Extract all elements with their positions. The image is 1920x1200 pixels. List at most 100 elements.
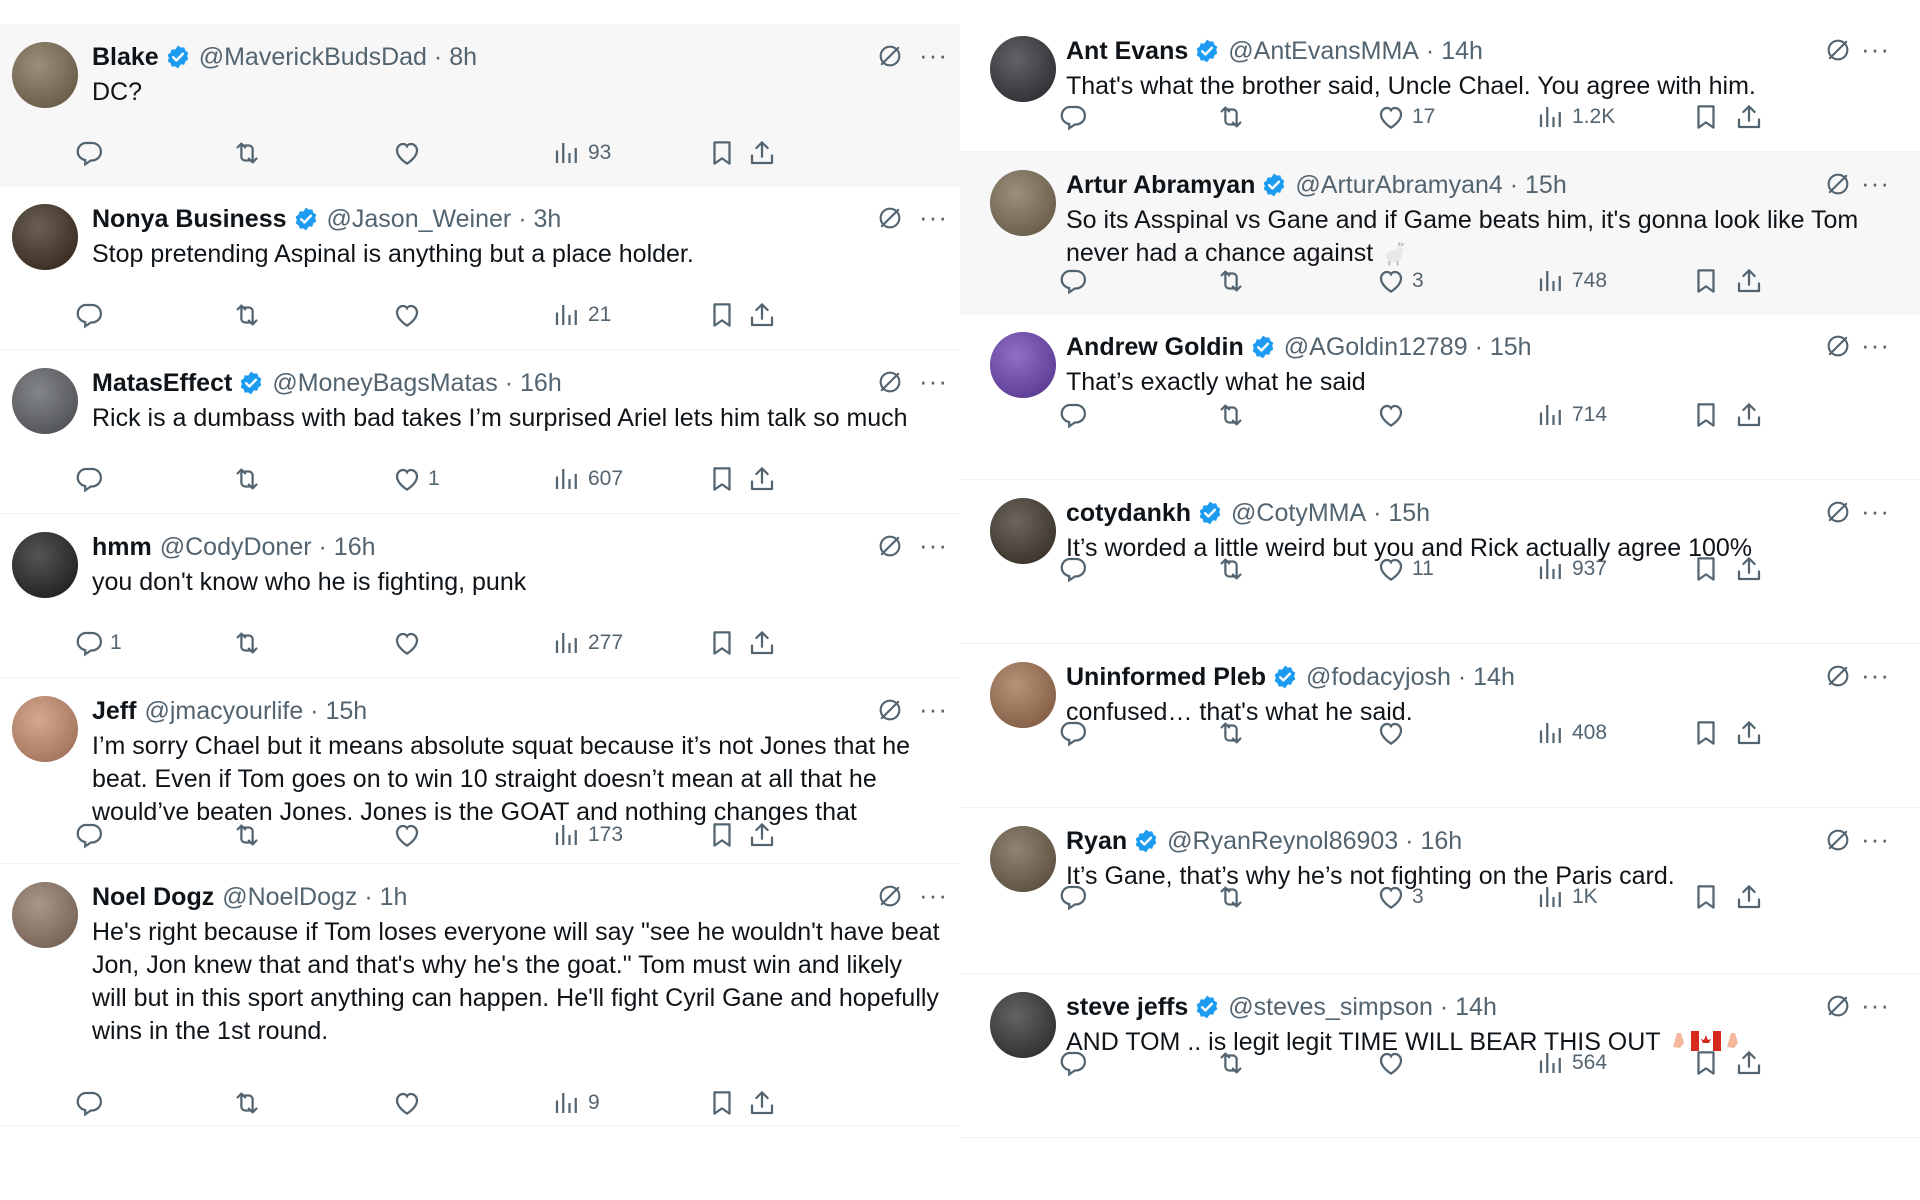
display-name[interactable]: Uninformed Pleb	[1066, 663, 1266, 692]
reply-tweet[interactable]: Artur Abramyan @ArturAbramyan4 · 15h ··· So…	[960, 152, 1920, 314]
repost-button[interactable]	[232, 298, 268, 332]
like-button[interactable]: 11	[1376, 552, 1434, 586]
more-options-icon[interactable]: ···	[1861, 332, 1890, 358]
like-button[interactable]: 1	[392, 462, 440, 496]
grok-icon[interactable]	[876, 368, 904, 396]
more-options-icon[interactable]: ···	[1861, 826, 1890, 852]
bookmark-button[interactable]	[1691, 880, 1721, 914]
timestamp[interactable]: 15h	[1525, 171, 1567, 200]
views-button[interactable]: 21	[552, 298, 611, 332]
user-handle[interactable]: @RyanReynol86903	[1167, 827, 1398, 856]
display-name[interactable]: Ryan	[1066, 827, 1127, 856]
like-button[interactable]	[392, 818, 428, 852]
user-handle[interactable]: @steves_simpson	[1228, 993, 1433, 1022]
views-button[interactable]: 748	[1536, 264, 1607, 298]
reply-button[interactable]	[1058, 1046, 1094, 1080]
share-button[interactable]	[1734, 1046, 1764, 1080]
reply-button[interactable]	[1058, 398, 1094, 432]
reply-tweet[interactable]: hmm @CodyDoner · 16h ··· you don't know who…	[0, 514, 960, 678]
grok-icon[interactable]	[876, 882, 904, 910]
reply-tweet[interactable]: Nonya Business @Jason_Weiner · 3h ··· Stop …	[0, 186, 960, 350]
repost-button[interactable]	[232, 462, 268, 496]
timestamp[interactable]: 3h	[533, 205, 561, 234]
grok-icon[interactable]	[876, 696, 904, 724]
grok-icon[interactable]	[1824, 498, 1852, 526]
bookmark-button[interactable]	[1691, 1046, 1721, 1080]
repost-button[interactable]	[1216, 100, 1252, 134]
avatar[interactable]	[12, 368, 78, 434]
bookmark-button[interactable]	[707, 626, 737, 660]
bookmark-button[interactable]	[707, 136, 737, 170]
bookmark-button[interactable]	[707, 298, 737, 332]
views-button[interactable]: 937	[1536, 552, 1607, 586]
avatar[interactable]	[990, 992, 1056, 1058]
share-button[interactable]	[1734, 398, 1764, 432]
repost-button[interactable]	[1216, 1046, 1252, 1080]
like-button[interactable]	[392, 1086, 428, 1120]
timestamp[interactable]: 16h	[1420, 827, 1462, 856]
views-button[interactable]: 9	[552, 1086, 600, 1120]
user-handle[interactable]: @MaverickBudsDad	[199, 43, 427, 72]
avatar[interactable]	[990, 36, 1056, 102]
views-button[interactable]: 173	[552, 818, 623, 852]
views-button[interactable]: 277	[552, 626, 623, 660]
user-handle[interactable]: @MoneyBagsMatas	[272, 369, 497, 398]
reply-tweet[interactable]: Jeff @jmacyourlife · 15h ··· I’m sorry Chae…	[0, 678, 960, 864]
user-handle[interactable]: @CotyMMA	[1231, 499, 1366, 528]
grok-icon[interactable]	[876, 42, 904, 70]
like-button[interactable]	[1376, 398, 1412, 432]
user-handle[interactable]: @CodyDoner	[160, 533, 312, 562]
repost-button[interactable]	[232, 1086, 268, 1120]
share-button[interactable]	[747, 1086, 777, 1120]
reply-button[interactable]	[74, 298, 110, 332]
share-button[interactable]	[747, 462, 777, 496]
avatar[interactable]	[12, 204, 78, 270]
reply-tweet[interactable]: Ryan @RyanReynol86903 · 16h ··· It’s Gane, …	[960, 808, 1920, 974]
reply-button[interactable]	[74, 818, 110, 852]
repost-button[interactable]	[232, 136, 268, 170]
reply-tweet[interactable]: Noel Dogz @NoelDogz · 1h ··· He's right bec…	[0, 864, 960, 1126]
timestamp[interactable]: 1h	[380, 883, 408, 912]
display-name[interactable]: cotydankh	[1066, 499, 1191, 528]
reply-tweet[interactable]: cotydankh @CotyMMA · 15h ··· It’s worded a …	[960, 480, 1920, 644]
reply-tweet[interactable]: Uninformed Pleb @fodacyjosh · 14h ··· confu…	[960, 644, 1920, 808]
like-button[interactable]	[392, 136, 428, 170]
user-handle[interactable]: @fodacyjosh	[1306, 663, 1451, 692]
like-button[interactable]	[392, 298, 428, 332]
like-button[interactable]	[1376, 716, 1412, 750]
user-handle[interactable]: @jmacyourlife	[144, 697, 303, 726]
avatar[interactable]	[990, 332, 1056, 398]
user-handle[interactable]: @NoelDogz	[222, 883, 357, 912]
share-button[interactable]	[747, 818, 777, 852]
more-options-icon[interactable]: ···	[1861, 36, 1890, 62]
timestamp[interactable]: 15h	[325, 697, 367, 726]
like-button[interactable]: 3	[1376, 264, 1424, 298]
share-button[interactable]	[1734, 264, 1764, 298]
user-handle[interactable]: @ArturAbramyan4	[1295, 171, 1502, 200]
views-button[interactable]: 564	[1536, 1046, 1607, 1080]
grok-icon[interactable]	[876, 532, 904, 560]
timestamp[interactable]: 14h	[1455, 993, 1497, 1022]
avatar[interactable]	[990, 498, 1056, 564]
repost-button[interactable]	[1216, 264, 1252, 298]
share-button[interactable]	[1734, 552, 1764, 586]
display-name[interactable]: Jeff	[92, 697, 136, 726]
timestamp[interactable]: 16h	[520, 369, 562, 398]
more-options-icon[interactable]: ···	[919, 532, 948, 558]
bookmark-button[interactable]	[707, 818, 737, 852]
avatar[interactable]	[990, 826, 1056, 892]
more-options-icon[interactable]: ···	[919, 42, 948, 68]
bookmark-button[interactable]	[1691, 716, 1721, 750]
more-options-icon[interactable]: ···	[1861, 498, 1890, 524]
repost-button[interactable]	[1216, 398, 1252, 432]
reply-tweet[interactable]: Ant Evans @AntEvansMMA · 14h ··· That's wha…	[960, 18, 1920, 152]
more-options-icon[interactable]: ···	[919, 204, 948, 230]
bookmark-button[interactable]	[1691, 100, 1721, 134]
user-handle[interactable]: @AntEvansMMA	[1228, 37, 1419, 66]
avatar[interactable]	[990, 170, 1056, 236]
reply-button[interactable]: 1	[74, 626, 122, 660]
reply-button[interactable]	[1058, 264, 1094, 298]
avatar[interactable]	[12, 42, 78, 108]
like-button[interactable]	[1376, 1046, 1412, 1080]
views-button[interactable]: 1K	[1536, 880, 1598, 914]
